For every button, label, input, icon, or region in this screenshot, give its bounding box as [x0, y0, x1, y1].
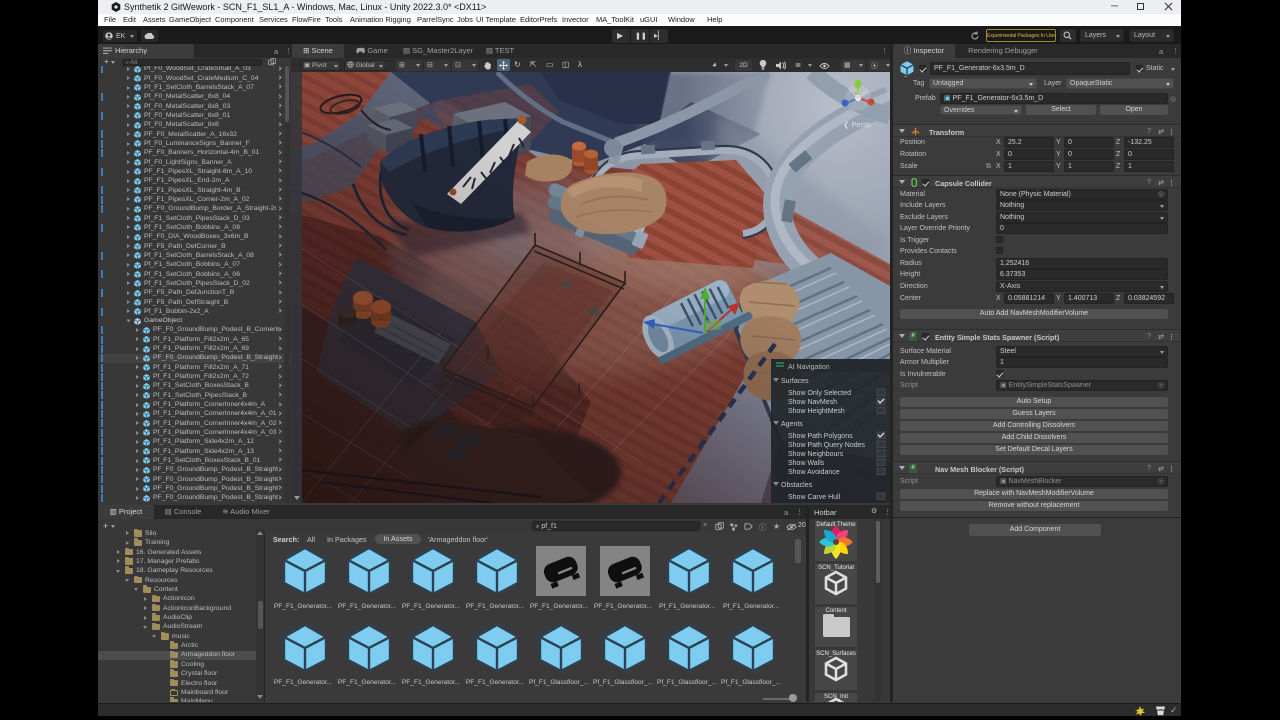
- svg-text:Show Path Polygons: Show Path Polygons: [788, 433, 853, 440]
- svg-text:Show Walls: Show Walls: [788, 460, 825, 467]
- svg-text:Show Avoidance: Show Avoidance: [788, 469, 840, 476]
- svg-text:Surfaces: Surfaces: [781, 378, 809, 385]
- svg-text:Show Path Query Nodes: Show Path Query Nodes: [788, 442, 866, 449]
- svg-text:Obstacles: Obstacles: [781, 482, 813, 489]
- svg-text:Agents: Agents: [781, 421, 803, 428]
- svg-text:AI Navigation: AI Navigation: [788, 364, 830, 371]
- svg-text:Show NavMesh: Show NavMesh: [788, 399, 837, 406]
- svg-text:Show HeightMesh: Show HeightMesh: [788, 408, 845, 415]
- svg-text:❮ Persp: ❮ Persp: [843, 120, 871, 129]
- svg-text:Show Only Selected: Show Only Selected: [788, 390, 851, 397]
- svg-text:Show Neighbours: Show Neighbours: [788, 451, 844, 458]
- svg-text:Show Carve Hull: Show Carve Hull: [788, 494, 841, 501]
